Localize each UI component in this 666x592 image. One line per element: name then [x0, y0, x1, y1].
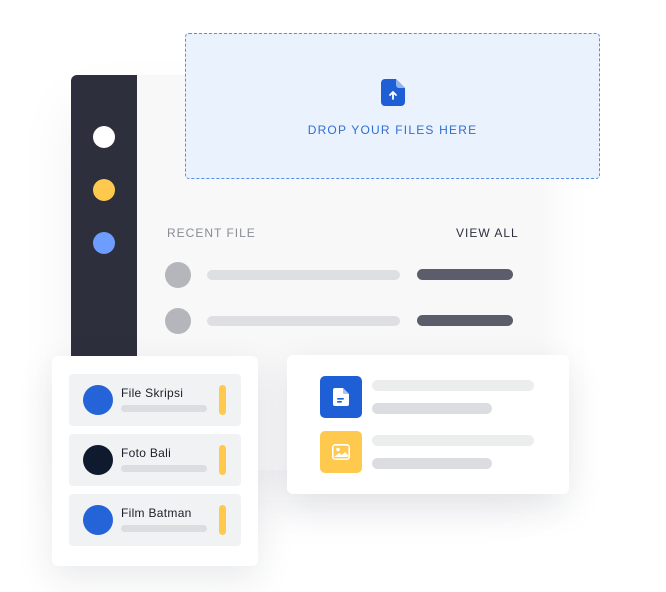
- file-name: Foto Bali: [121, 446, 172, 460]
- file-meta-placeholder: [417, 315, 513, 326]
- file-drop-zone[interactable]: DROP YOUR FILES HERE: [185, 33, 600, 179]
- file-list-card: File Skripsi Foto Bali Film Batman: [52, 356, 258, 566]
- file-item-foto-bali[interactable]: Foto Bali: [69, 434, 241, 486]
- file-status-bar: [219, 505, 226, 535]
- document-icon: [320, 376, 362, 418]
- image-icon: [320, 431, 362, 473]
- document-title-placeholder: [372, 380, 534, 391]
- sidebar: [71, 75, 137, 360]
- file-avatar-placeholder: [165, 262, 191, 288]
- file-meta-placeholder: [417, 269, 513, 280]
- file-icon-dot: [83, 385, 113, 415]
- drop-zone-label: DROP YOUR FILES HERE: [307, 123, 478, 137]
- file-upload-icon: [381, 79, 405, 106]
- file-avatar-placeholder: [165, 308, 191, 334]
- file-name: File Skripsi: [121, 386, 184, 400]
- sidebar-dot-yellow[interactable]: [93, 179, 115, 201]
- image-title-placeholder: [372, 435, 534, 446]
- file-detail-placeholder: [121, 525, 207, 532]
- recent-file-title: RECENT FILE: [167, 226, 256, 240]
- document-meta-placeholder: [372, 403, 492, 414]
- image-meta-placeholder: [372, 458, 492, 469]
- file-name-placeholder: [207, 316, 400, 326]
- file-item-film-batman[interactable]: Film Batman: [69, 494, 241, 546]
- image-row[interactable]: [320, 431, 540, 473]
- sidebar-dot-white[interactable]: [93, 126, 115, 148]
- document-row[interactable]: [320, 376, 540, 418]
- file-name: Film Batman: [121, 506, 192, 520]
- recent-file-row[interactable]: [165, 262, 525, 288]
- file-detail-placeholder: [121, 465, 207, 472]
- file-icon-dot: [83, 445, 113, 475]
- view-all-link[interactable]: VIEW ALL: [456, 226, 519, 240]
- file-name-placeholder: [207, 270, 400, 280]
- file-icon-dot: [83, 505, 113, 535]
- file-item-skripsi[interactable]: File Skripsi: [69, 374, 241, 426]
- file-type-card: [287, 355, 569, 494]
- file-status-bar: [219, 385, 226, 415]
- file-status-bar: [219, 445, 226, 475]
- sidebar-dot-blue[interactable]: [93, 232, 115, 254]
- recent-file-row[interactable]: [165, 308, 525, 334]
- file-detail-placeholder: [121, 405, 207, 412]
